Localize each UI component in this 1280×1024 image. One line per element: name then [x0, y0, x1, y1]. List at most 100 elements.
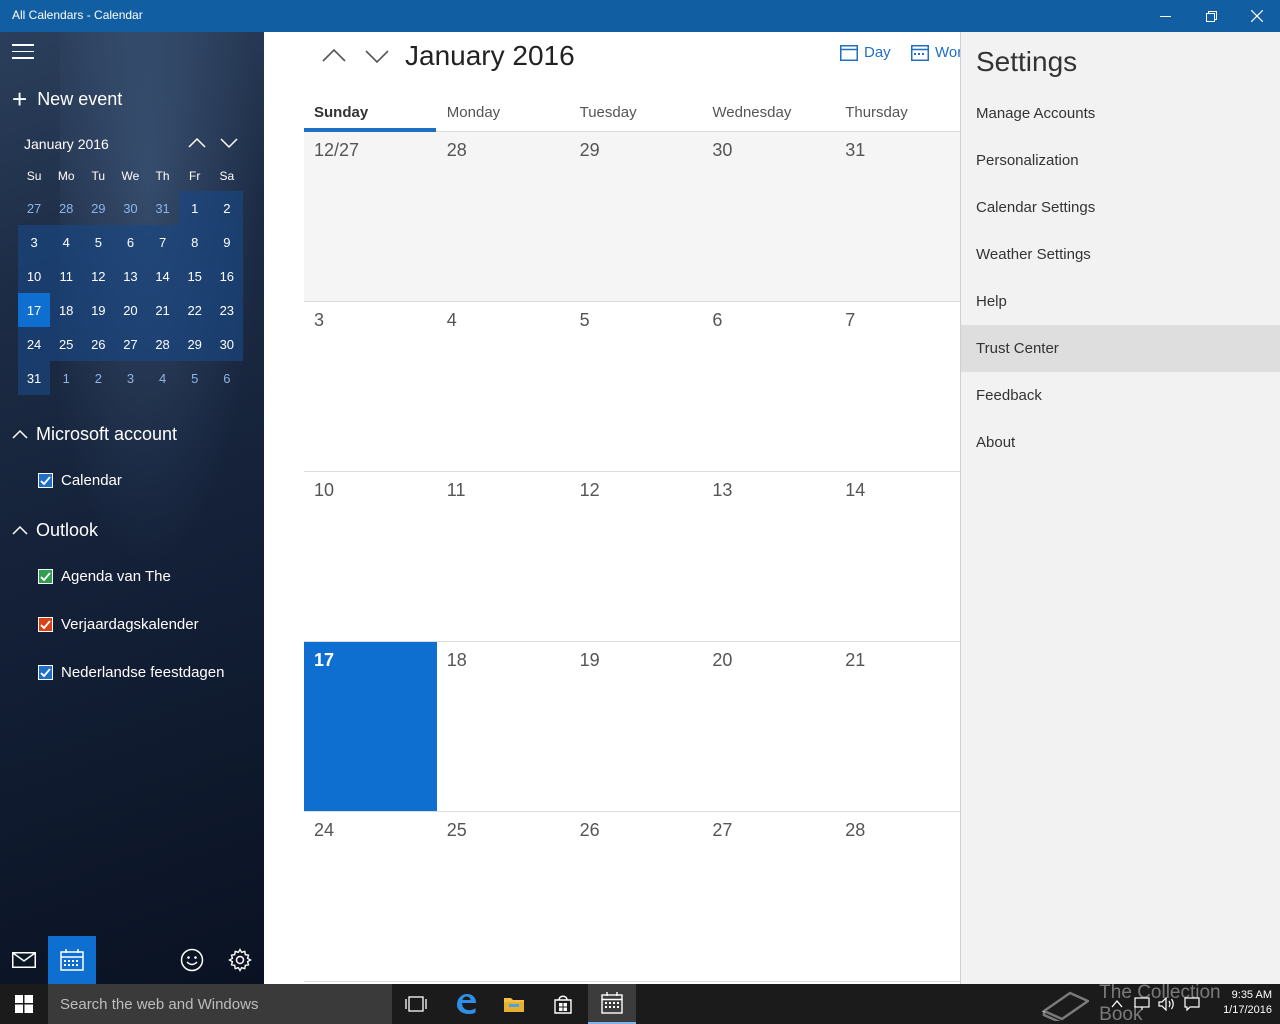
day-cell[interactable]: 20 [702, 642, 835, 811]
mini-calendar-day[interactable]: 30 [114, 191, 146, 225]
day-cell[interactable]: 27 [702, 812, 835, 981]
settings-item[interactable]: Trust Center [961, 325, 1280, 372]
chevron-up-icon[interactable] [1110, 997, 1124, 1011]
mini-calendar-day[interactable]: 8 [178, 225, 211, 259]
hamburger-menu-icon[interactable] [12, 44, 34, 60]
day-cell[interactable]: 7 [835, 302, 968, 471]
settings-button[interactable] [216, 936, 264, 984]
feedback-button[interactable] [168, 936, 216, 984]
mini-calendar-day[interactable]: 23 [210, 293, 243, 327]
restore-button[interactable] [1188, 0, 1234, 32]
day-cell[interactable]: 3 [304, 302, 437, 471]
day-cell[interactable]: 10 [304, 472, 437, 641]
mini-calendar-day[interactable]: 31 [147, 191, 179, 225]
day-cell[interactable]: 4 [437, 302, 570, 471]
mini-calendar-day[interactable]: 4 [50, 225, 83, 259]
mini-calendar-day[interactable]: 14 [146, 259, 179, 293]
minimize-button[interactable] [1142, 0, 1188, 32]
day-cell[interactable]: 11 [437, 472, 570, 641]
close-button[interactable] [1234, 0, 1280, 32]
mini-calendar-day[interactable]: 2 [210, 191, 243, 225]
mini-calendar-day[interactable]: 13 [114, 259, 147, 293]
mini-calendar-day[interactable]: 17 [18, 293, 51, 327]
day-cell[interactable]: 17 [304, 642, 437, 811]
mini-calendar-day[interactable]: 12 [82, 259, 115, 293]
mini-calendar-day[interactable]: 19 [82, 293, 115, 327]
work-week-view-button[interactable]: Wor [911, 44, 962, 61]
settings-item[interactable]: Weather Settings [961, 231, 1280, 278]
mini-calendar-day[interactable]: 5 [82, 225, 115, 259]
mini-calendar-day[interactable]: 26 [82, 327, 115, 361]
mini-calendar-day[interactable]: 4 [147, 361, 179, 395]
mini-calendar-day[interactable]: 21 [146, 293, 179, 327]
mini-calendar-day[interactable]: 29 [82, 191, 114, 225]
mini-calendar-day[interactable]: 5 [179, 361, 211, 395]
file-explorer-button[interactable] [490, 984, 538, 1024]
day-cell[interactable]: 21 [835, 642, 968, 811]
taskbar-clock[interactable]: 9:35 AM 1/17/2016 [1223, 988, 1272, 1018]
settings-item[interactable]: Help [961, 278, 1280, 325]
mini-calendar-day[interactable]: 11 [50, 259, 83, 293]
mini-calendar-day[interactable]: 29 [178, 327, 211, 361]
edge-button[interactable] [442, 984, 490, 1024]
day-cell[interactable]: 25 [437, 812, 570, 981]
network-icon[interactable] [1134, 997, 1150, 1011]
mini-calendar-day[interactable]: 25 [50, 327, 83, 361]
calendar-checkbox[interactable] [38, 569, 53, 584]
day-cell[interactable]: 5 [570, 302, 703, 471]
volume-icon[interactable] [1158, 997, 1176, 1011]
mini-calendar-day[interactable]: 28 [146, 327, 179, 361]
calendar-checkbox[interactable] [38, 665, 53, 680]
mini-calendar-day[interactable]: 1 [50, 361, 82, 395]
calendar-toggle[interactable]: Verjaardagskalender [38, 616, 199, 633]
new-event-button[interactable]: + New event [12, 86, 122, 112]
day-cell[interactable]: 29 [569, 132, 703, 301]
mini-calendar-day[interactable]: 6 [114, 225, 147, 259]
mini-calendar-day[interactable]: 28 [50, 191, 82, 225]
action-center-icon[interactable] [1184, 997, 1200, 1011]
day-cell[interactable]: 6 [702, 302, 835, 471]
mini-calendar-day[interactable]: 30 [210, 327, 243, 361]
day-cell[interactable]: 24 [304, 812, 437, 981]
mini-calendar-day[interactable]: 22 [178, 293, 211, 327]
start-button[interactable] [0, 984, 48, 1024]
settings-item[interactable]: Personalization [961, 137, 1280, 184]
day-cell[interactable]: 31 [835, 132, 968, 301]
day-cell[interactable]: 19 [570, 642, 703, 811]
calendar-toggle[interactable]: Nederlandse feestdagen [38, 664, 224, 681]
day-cell[interactable]: 28 [835, 812, 968, 981]
day-cell[interactable]: 28 [436, 132, 570, 301]
store-button[interactable] [539, 984, 587, 1024]
mini-calendar-next-icon[interactable] [218, 134, 240, 152]
mini-calendar-day[interactable]: 24 [18, 327, 51, 361]
settings-item[interactable]: Calendar Settings [961, 184, 1280, 231]
calendar-checkbox[interactable] [38, 617, 53, 632]
day-cell[interactable]: 18 [437, 642, 570, 811]
mini-calendar-day[interactable]: 9 [210, 225, 243, 259]
mini-calendar-day[interactable]: 6 [211, 361, 243, 395]
mini-calendar-prev-icon[interactable] [186, 134, 208, 152]
day-cell[interactable]: 12 [570, 472, 703, 641]
calendar-checkbox[interactable] [38, 473, 53, 488]
day-view-button[interactable]: Day [840, 44, 891, 61]
mini-calendar-day[interactable]: 27 [114, 327, 147, 361]
calendar-taskbar-button[interactable] [588, 984, 636, 1024]
mail-button[interactable] [0, 936, 48, 984]
task-view-button[interactable] [392, 984, 440, 1024]
mini-calendar-day[interactable]: 20 [114, 293, 147, 327]
settings-item[interactable]: About [961, 419, 1280, 466]
mini-calendar-day[interactable]: 3 [114, 361, 146, 395]
previous-month-icon[interactable] [320, 44, 348, 68]
day-cell[interactable]: 13 [702, 472, 835, 641]
settings-item[interactable]: Feedback [961, 372, 1280, 419]
calendar-toggle[interactable]: Agenda van The [38, 568, 171, 585]
mini-calendar-day[interactable]: 7 [146, 225, 179, 259]
mini-calendar-day[interactable]: 3 [18, 225, 51, 259]
mini-calendar-day[interactable]: 2 [82, 361, 114, 395]
mini-calendar-day[interactable]: 18 [50, 293, 83, 327]
mini-calendar-day[interactable]: 31 [18, 361, 51, 395]
mini-calendar-day[interactable]: 15 [178, 259, 211, 293]
day-cell[interactable]: 12/27 [304, 132, 437, 301]
taskbar-search-box[interactable]: Search the web and Windows [48, 984, 392, 1024]
mini-calendar-day[interactable]: 10 [18, 259, 51, 293]
